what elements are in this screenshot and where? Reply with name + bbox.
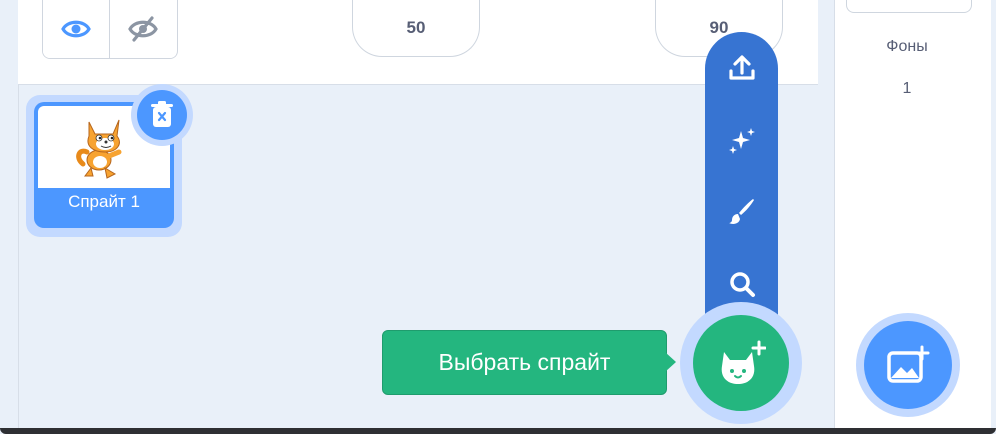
show-sprite-button[interactable] [43, 0, 110, 58]
tooltip-arrow [665, 352, 676, 372]
stage-thumbnail[interactable] [846, 0, 972, 13]
panel-divider [818, 0, 834, 434]
upload-sprite-button[interactable] [705, 44, 778, 92]
search-icon [729, 272, 755, 297]
choose-sprite-tooltip: Выбрать спрайт [382, 330, 667, 395]
choose-backdrop-button[interactable] [864, 321, 952, 409]
eye-icon [61, 20, 91, 38]
upload-icon [728, 55, 755, 80]
backdrops-label: Фоны [886, 38, 928, 55]
eye-slash-icon [128, 16, 158, 42]
surprise-icon [728, 128, 755, 154]
backdrops-count: 1 [902, 80, 912, 97]
sprite-pane-edge [0, 0, 19, 434]
cat-plus-icon [721, 340, 766, 384]
size-input[interactable]: 50 [352, 0, 480, 57]
choose-sprite-search-button[interactable] [705, 260, 778, 308]
visibility-toggle-group [42, 0, 178, 59]
paint-sprite-button[interactable] [705, 187, 778, 235]
image-plus-icon [887, 345, 930, 383]
cat-sprite-icon [76, 119, 122, 179]
paint-icon [728, 199, 754, 224]
sprite-name-label: Спрайт 1 [68, 192, 140, 211]
surprise-sprite-button[interactable] [705, 116, 778, 164]
choose-sprite-button[interactable] [693, 315, 789, 411]
hide-sprite-button[interactable] [110, 0, 176, 58]
window-bottom-edge [0, 428, 996, 434]
trash-icon [151, 101, 173, 127]
delete-sprite-button[interactable] [137, 90, 187, 140]
